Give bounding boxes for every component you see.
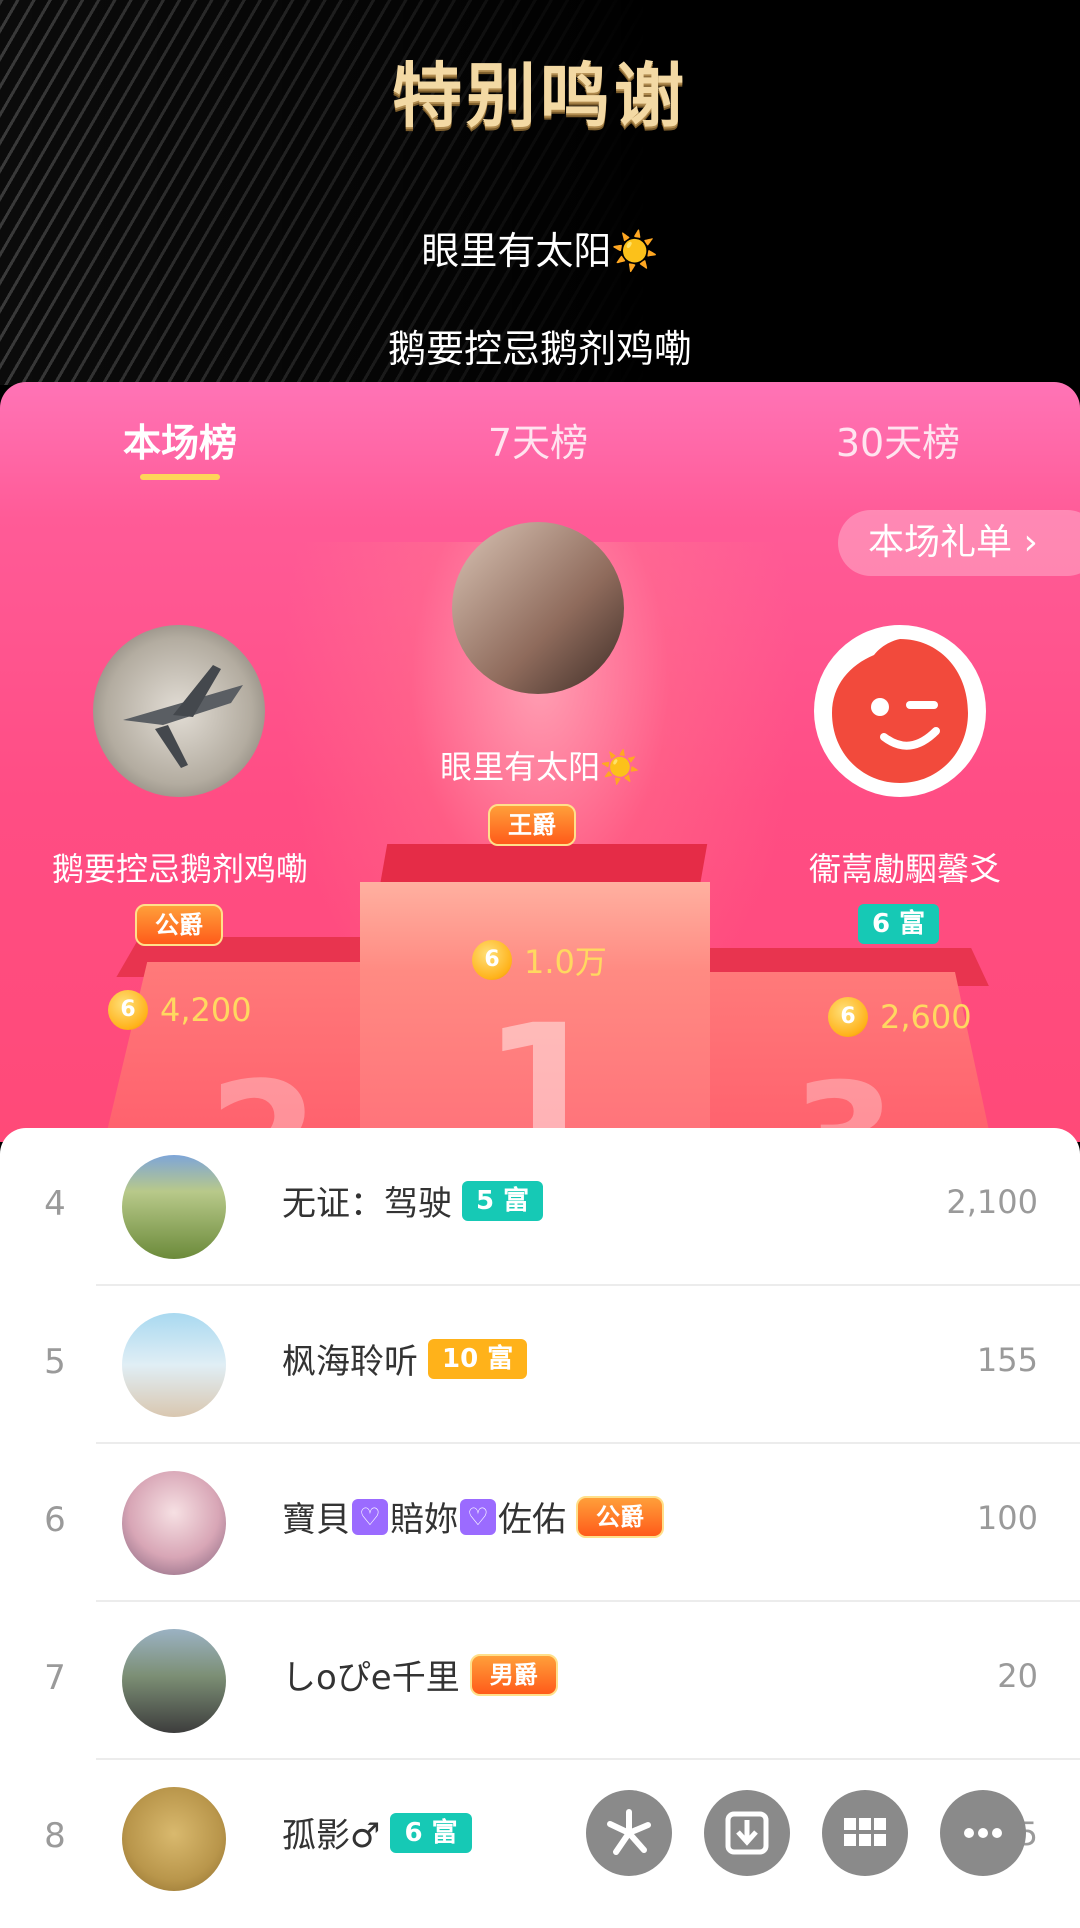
- user-name-text: 枫海聆听: [282, 1342, 418, 1382]
- wealth-badge: 6 富: [390, 1812, 472, 1853]
- pinwheel-icon[interactable]: [586, 1790, 672, 1876]
- podium-number-1: 1: [482, 987, 608, 1142]
- avatar[interactable]: [122, 1155, 226, 1259]
- first-place-coins: 6 1.0万: [472, 937, 607, 983]
- coins-value: 1.0万: [524, 943, 607, 981]
- list-item[interactable]: 5 枫海聆听 10 富 155: [0, 1286, 1080, 1444]
- active-tab-indicator: [140, 474, 220, 480]
- second-place-name: 鹅要控忌鹅剂鸡嘞: [51, 850, 308, 888]
- grid-glyph: [844, 1818, 886, 1846]
- user-name: 寶貝 ♡ 賠妳 ♡ 佐佑 公爵: [282, 1492, 664, 1541]
- rank-number: 5: [44, 1342, 66, 1382]
- rank-number: 6: [44, 1500, 66, 1540]
- wealth-badge: 5 富: [462, 1180, 544, 1221]
- avatar-second[interactable]: [93, 625, 265, 797]
- ranking-tabs: 本场榜 7天榜 30天榜: [0, 382, 1080, 507]
- tab-30-days[interactable]: 30天榜: [798, 412, 998, 467]
- contribution-score: 155: [976, 1341, 1038, 1379]
- second-place-coins: 6 4,200: [108, 990, 252, 1030]
- user-name-text: 无证：驾驶: [282, 1184, 452, 1224]
- wealth-badge: 10 富: [428, 1338, 528, 1379]
- avatar[interactable]: [122, 1629, 226, 1733]
- more-glyph: [964, 1828, 1002, 1838]
- noble-badge-duke: 公爵: [135, 904, 223, 946]
- tab-7-days[interactable]: 7天榜: [438, 412, 638, 467]
- purple-heart-icon: ♡: [352, 1498, 388, 1535]
- thanks-header: 特别鸣谢 眼里有太阳☀️ 鹅要控忌鹅剂鸡嘞: [0, 0, 1080, 385]
- rank-number: 4: [44, 1184, 66, 1224]
- contribution-score: 20: [997, 1657, 1038, 1695]
- thanks-name-1: 眼里有太阳☀️: [421, 229, 659, 273]
- pinwheel-glyph: [607, 1809, 651, 1855]
- avatar-first[interactable]: [452, 522, 624, 694]
- name-part: 賠妳: [390, 1500, 458, 1540]
- download-glyph: [725, 1811, 769, 1855]
- jet-plane-icon: [123, 665, 243, 768]
- avatar[interactable]: [122, 1313, 226, 1417]
- coin-icon: 6: [108, 990, 148, 1030]
- coin-icon: 6: [828, 997, 868, 1037]
- coins-value: 4,200: [160, 991, 252, 1029]
- list-item[interactable]: 6 寶貝 ♡ 賠妳 ♡ 佐佑 公爵 100: [0, 1444, 1080, 1602]
- purple-heart-icon: ♡: [460, 1498, 496, 1535]
- tab-this-session[interactable]: 本场榜: [80, 412, 280, 467]
- avatar[interactable]: [122, 1787, 226, 1891]
- third-place-name: 衞蒚勴駰馨爻: [808, 850, 1001, 888]
- avatar-third[interactable]: [814, 625, 986, 797]
- ranking-panel: 本场榜 7天榜 30天榜 本场礼单 › 1 2 3 眼里有太阳☀️ 王爵 6 1…: [0, 382, 1080, 1142]
- list-item[interactable]: 7 しoぴe千里 男爵 20: [0, 1602, 1080, 1760]
- coin-icon: 6: [472, 940, 512, 980]
- download-icon[interactable]: [704, 1790, 790, 1876]
- more-icon[interactable]: [940, 1790, 1026, 1876]
- user-name-text: 孤影♂: [282, 1816, 381, 1856]
- contribution-score: 100: [976, 1499, 1038, 1537]
- thanks-name-2: 鹅要控忌鹅剂鸡嘞: [387, 327, 692, 371]
- ranking-list: 4 无证：驾驶 5 富 2,100 5 枫海聆听 10 富 155 6 寶貝 ♡…: [0, 1128, 1080, 1928]
- avatar[interactable]: [122, 1471, 226, 1575]
- user-name: 无证：驾驶 5 富: [282, 1176, 544, 1225]
- noble-badge-baron: 男爵: [469, 1653, 558, 1696]
- user-name: 孤影♂ 6 富: [282, 1808, 472, 1857]
- rank-number: 8: [44, 1816, 66, 1856]
- coins-value: 2,600: [880, 998, 972, 1036]
- contribution-score: 2,100: [946, 1183, 1038, 1221]
- list-item[interactable]: 8 孤影♂ 6 富 15: [0, 1760, 1080, 1918]
- user-name: 枫海聆听 10 富: [282, 1334, 528, 1383]
- name-part: 寶貝: [282, 1500, 350, 1540]
- third-place-coins: 6 2,600: [828, 997, 972, 1037]
- noble-badge-king: 王爵: [488, 804, 576, 846]
- winking-face-icon: [832, 639, 968, 783]
- gift-list-button[interactable]: 本场礼单 ›: [838, 510, 1080, 576]
- noble-badge-duke: 公爵: [576, 1495, 664, 1538]
- grid-icon[interactable]: [822, 1790, 908, 1876]
- name-part: 佐佑: [498, 1500, 566, 1540]
- wealth-badge: 6 富: [858, 904, 940, 944]
- user-name: しoぴe千里 男爵: [282, 1650, 558, 1699]
- user-name-text: しoぴe千里: [282, 1658, 460, 1698]
- special-thanks-title: 特别鸣谢: [392, 55, 688, 137]
- first-place-name: 眼里有太阳☀️: [440, 748, 640, 786]
- rank-number: 7: [44, 1658, 66, 1698]
- list-item[interactable]: 4 无证：驾驶 5 富 2,100: [0, 1128, 1080, 1286]
